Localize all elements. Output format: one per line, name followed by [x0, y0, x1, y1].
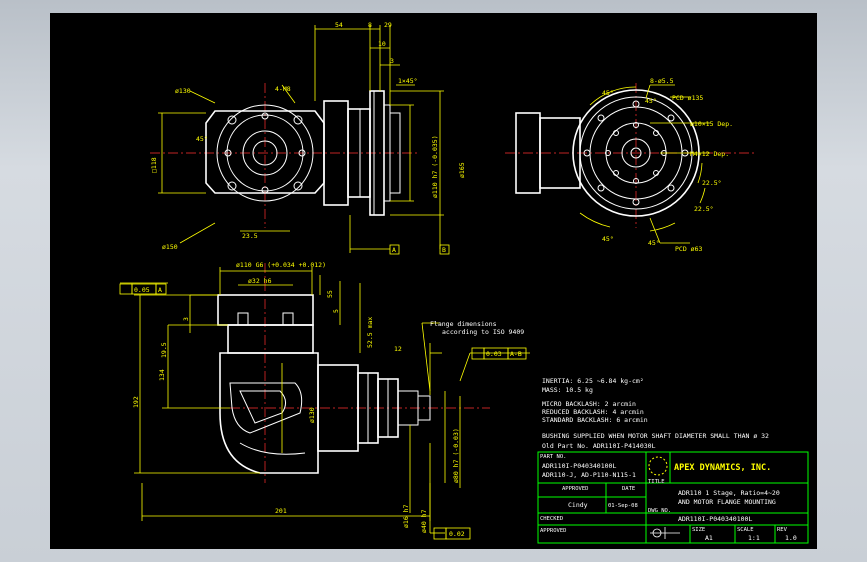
dim-45e: 45° — [648, 239, 660, 247]
dim-45d: 45° — [602, 235, 614, 243]
viewport-frame: ø130 4-M8 54 8 29 10 3 1×45° □118 23.5 ø… — [0, 0, 867, 562]
tol-b-value: 0.03 — [486, 350, 502, 358]
note-bushing: BUSHING SUPPLIED WHEN MOTOR SHAFT DIAMET… — [542, 432, 769, 440]
note-standard: STANDARD BACKLASH: 6 arcmin — [542, 416, 648, 424]
tb-dwg-label: DWG NO. — [648, 508, 671, 514]
tb-size: A1 — [705, 534, 713, 542]
dim-5: 5 — [332, 309, 340, 313]
tb-drawn-by: Cindy — [568, 501, 588, 509]
dim-10: 10 — [378, 40, 386, 48]
cad-drawing: ø130 4-M8 54 8 29 10 3 1×45° □118 23.5 ø… — [119, 21, 809, 544]
drawing-sheet[interactable]: ø130 4-M8 54 8 29 10 3 1×45° □118 23.5 ø… — [50, 13, 817, 549]
dim-54: 54 — [335, 21, 343, 29]
dim-13: 3 — [182, 317, 190, 321]
tb-date-label: DATE — [622, 486, 635, 492]
dim-8: 8 — [368, 21, 372, 29]
dim-12: 12 — [394, 345, 402, 353]
dim-d40: ø40 h7 — [420, 509, 428, 533]
ref-a: A — [392, 246, 396, 254]
ref-b: B — [442, 246, 446, 254]
dim-23-5: 23.5 — [242, 232, 258, 240]
dim-chamfer: 1×45° — [398, 77, 418, 85]
spec-notes: INERTIA: 6.25 ~6.84 kg-cm² MASS: 10.5 kg… — [542, 377, 769, 450]
tb-scale: 1:1 — [748, 534, 760, 542]
tb-rev-label: REV — [777, 527, 788, 533]
tol-a-ref: A — [158, 286, 162, 294]
dim-d32: ø32 h6 — [248, 277, 272, 285]
tb-title-label: TITLE — [648, 479, 665, 485]
tb-title-1: ADR110 1 Stage, Ratio=4~20 — [678, 489, 780, 497]
note-mass: MASS: 10.5 kg — [542, 386, 593, 394]
dim-192: 192 — [132, 396, 140, 408]
dim-22-5b: 22.5° — [694, 205, 714, 213]
dim-d130-top: ø130 — [175, 87, 191, 95]
front-view — [150, 83, 420, 228]
dim-d10x15: ø10×15 Dep. — [690, 120, 733, 128]
dim-45b: 45° — [602, 89, 614, 97]
dim-22-5a: 22.5° — [702, 179, 722, 187]
note-flange-2: according to ISO 9409 — [442, 328, 524, 336]
dim-d150: ø150 — [162, 243, 178, 251]
dim-3: 3 — [390, 57, 394, 65]
dim-52-5: 52.5 max — [366, 317, 374, 348]
tb-part-no-1: ADR110I-P040340100L — [542, 462, 616, 470]
tb-scale-label: SCALE — [737, 527, 754, 533]
note-reduced: REDUCED BACKLASH: 4 arcmin — [542, 408, 644, 416]
note-micro: MICRO BACKLASH: 2 arcmin — [542, 400, 636, 408]
note-old-part: Old Part No. ADR110I-P414030L — [542, 442, 656, 450]
dim-d165: ø165 — [458, 162, 466, 178]
tb-size-label: SIZE — [692, 527, 705, 533]
tb-title-2: AND MOTOR FLANGE MOUNTING — [678, 498, 776, 506]
note-inertia: INERTIA: 6.25 ~6.84 kg-cm² — [542, 377, 644, 385]
tb-date-value: 01-Sep-08 — [608, 503, 638, 509]
tb-dwg-no: ADR110I-P040340100L — [678, 515, 752, 523]
tol-b-ref: A-B — [510, 350, 522, 358]
dim-201: 201 — [275, 507, 287, 515]
dim-sq118: □118 — [150, 157, 158, 173]
tb-checked-label: CHECKED — [540, 516, 563, 522]
dim-holes-5-5: 8-ø5.5 — [650, 77, 674, 85]
dim-pcd135: PCD ø135 — [672, 94, 703, 102]
side-view — [217, 263, 490, 483]
dim-pcd63: PCD ø63 — [675, 245, 702, 253]
tb-part-no-2: ADR110-J, AD-P110-N115-1 — [542, 471, 636, 479]
dim-19-5: 19.5 — [160, 342, 168, 358]
side-view-dimensions — [120, 267, 530, 534]
tb-rev: 1.0 — [785, 534, 797, 542]
tb-approved-label: APPROVED — [562, 486, 589, 492]
tb-part-no-label: PART NO. — [540, 454, 567, 460]
dim-d80: ø80 h7 (-0.03) — [452, 428, 460, 483]
dim-d130-side: ø130 — [308, 407, 316, 423]
tol-a-value: 0.05 — [134, 286, 150, 294]
tb-company: APEX DYNAMICS, INC. — [674, 463, 771, 473]
dim-45c: 45° — [645, 97, 657, 105]
dim-d16: ø16 h7 — [402, 504, 410, 528]
dim-d110g6: ø110 G6 (+0.034 +0.012) — [236, 261, 326, 269]
dim-55: 55 — [326, 290, 334, 298]
dim-134: 134 — [158, 369, 166, 381]
tb-approved2-label: APPROVED — [540, 528, 567, 534]
dim-d110h7: ø110 h7 (-0.035) — [431, 135, 439, 198]
dim-29: 29 — [384, 21, 392, 29]
note-flange-1: Flange dimensions — [430, 320, 497, 328]
tol-c-value: 0.02 — [449, 530, 465, 538]
dim-m4: M4×12 Dep. — [690, 150, 729, 158]
dim-thread: 4-M8 — [275, 85, 291, 93]
dim-45a: 45° — [196, 135, 208, 143]
